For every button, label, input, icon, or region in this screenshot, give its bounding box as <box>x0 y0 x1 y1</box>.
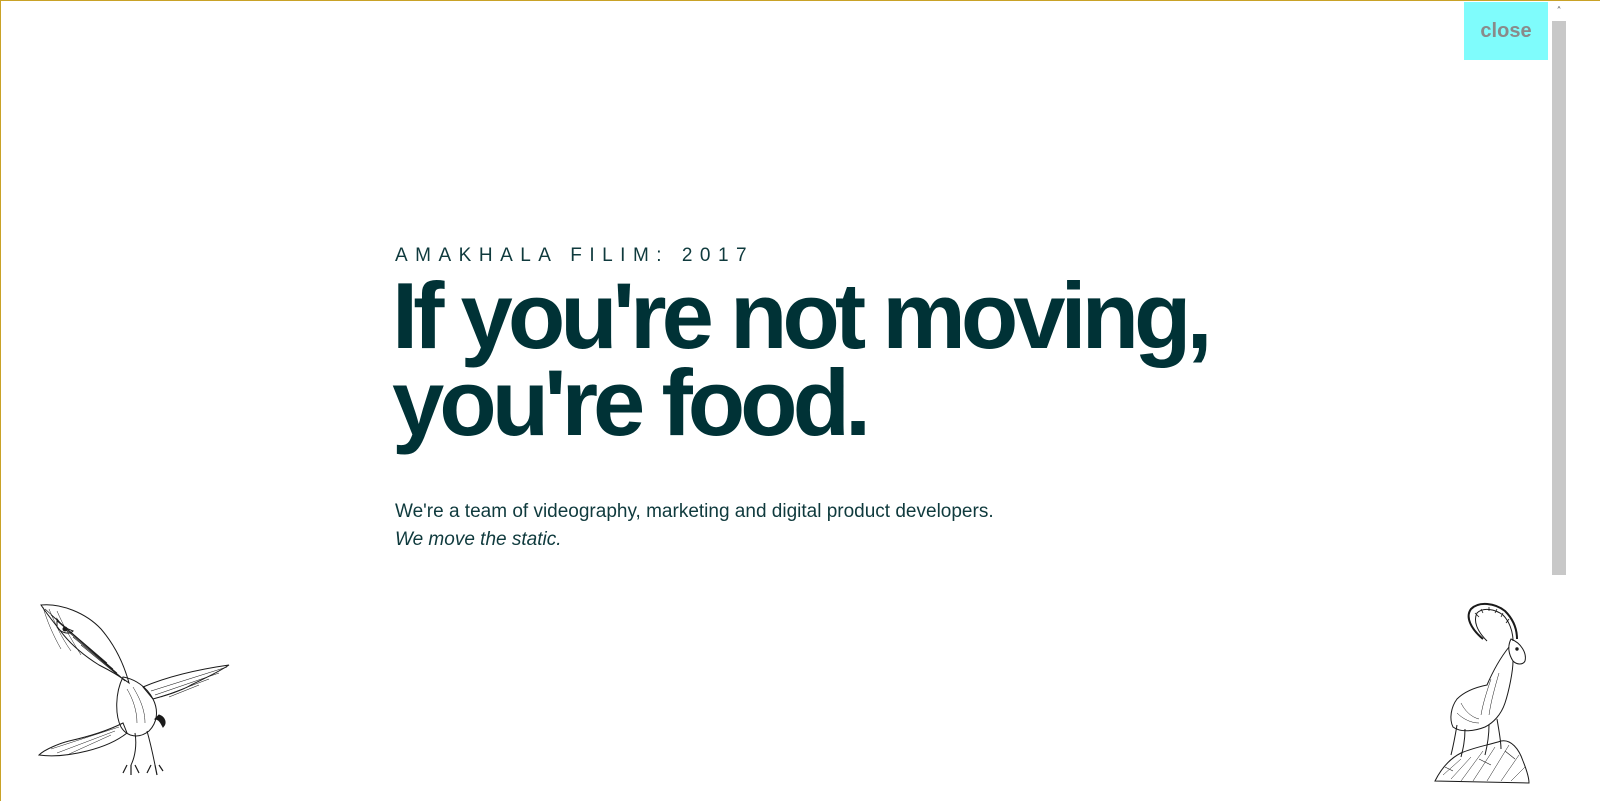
page: close ˄ AMAKHALA FILIM: 2017 If you're n… <box>0 0 1600 802</box>
ibex-illustration <box>1434 603 1530 784</box>
scrollbar-thumb[interactable] <box>1552 21 1566 575</box>
eagle-illustration <box>37 604 230 776</box>
hero-headline: If you're not moving, you're food. <box>392 263 1295 455</box>
description-text: We're a team of videography, marketing a… <box>395 501 994 522</box>
close-button[interactable]: close <box>1464 2 1548 60</box>
vertical-scrollbar[interactable]: ˄ <box>1549 1 1569 802</box>
hero-section: AMAKHALA FILIM: 2017 If you're not movin… <box>392 244 1295 554</box>
headline-line-2: you're food. <box>392 350 871 455</box>
tagline-text: We move the static. <box>395 529 562 550</box>
headline-line-1: If you're not moving, <box>392 263 1213 368</box>
scroll-up-arrow-icon[interactable]: ˄ <box>1549 1 1569 21</box>
hero-description: We're a team of videography, marketing a… <box>395 498 1295 554</box>
